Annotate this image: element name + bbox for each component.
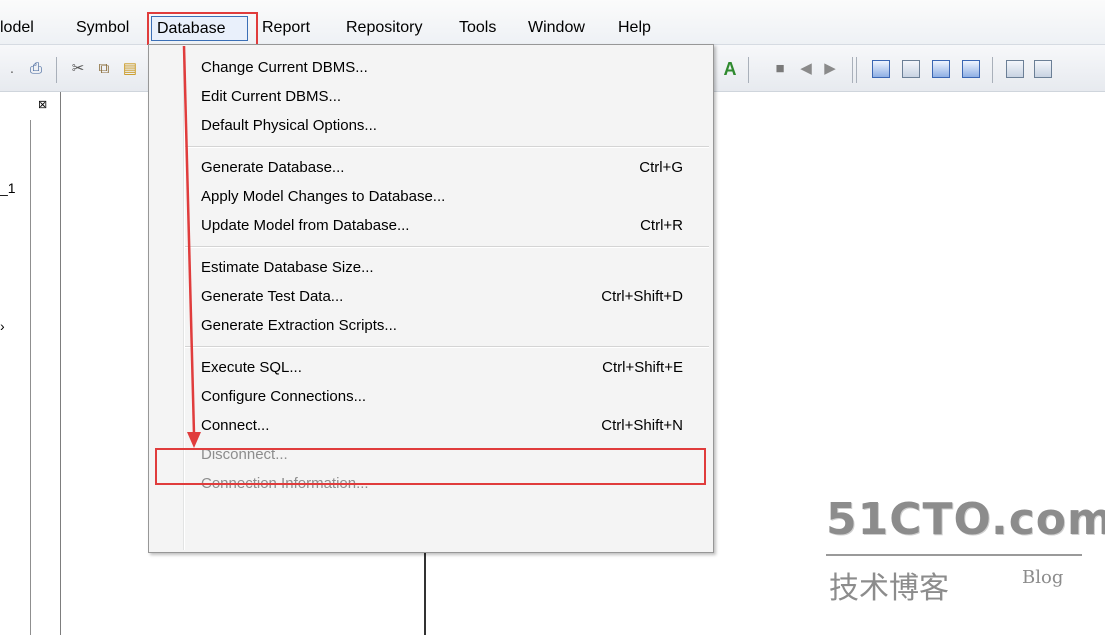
paste-icon[interactable]: ▤ [122, 61, 138, 77]
distribute-icon[interactable] [962, 60, 980, 78]
forward-icon[interactable]: ■ [772, 61, 788, 77]
menu-repository[interactable]: Repository [346, 18, 422, 38]
menu-separator [185, 246, 709, 248]
menu-shortcut-execute-sql: Ctrl+Shift+E [602, 359, 683, 376]
watermark-logo: 51CTO.com [826, 494, 1105, 545]
tree-item[interactable]: _1 [0, 180, 16, 196]
menu-separator [185, 346, 709, 348]
browser-tree [0, 120, 31, 635]
menu-symbol[interactable]: Symbol [76, 18, 129, 38]
layout-icon[interactable] [932, 60, 950, 78]
watermark-blog: Blog [1022, 567, 1064, 588]
print-icon[interactable]: ⎙ [28, 61, 44, 77]
menu-item-default-physical-options[interactable]: Default Physical Options... [201, 116, 377, 136]
align-icon[interactable] [872, 60, 890, 78]
menu-item-edit-current-dbms[interactable]: Edit Current DBMS... [201, 87, 341, 107]
connect-highlight-box [155, 448, 706, 485]
menu-item-update-model-from-database[interactable]: Update Model from Database... [201, 216, 409, 236]
toolbar-separator [852, 57, 853, 83]
menu-item-connect[interactable]: Connect... [201, 416, 269, 436]
menu-shortcut-update-model-from-database: Ctrl+R [640, 217, 683, 234]
toolbar-separator [856, 57, 857, 83]
browser-panel [0, 92, 62, 635]
toolbar-separator [748, 57, 749, 83]
copy-icon[interactable]: ⧉ [96, 61, 112, 77]
menu-shortcut-connect: Ctrl+Shift+N [601, 417, 683, 434]
toolbar-separator [56, 57, 57, 83]
menu-model[interactable]: lodel [0, 18, 34, 38]
cut-icon[interactable]: ✂ [70, 61, 86, 77]
menu-item-apply-model-changes-to-database[interactable]: Apply Model Changes to Database... [201, 187, 445, 207]
toolbar-dot-icon[interactable]: . [4, 61, 20, 77]
menu-item-change-current-dbms[interactable]: Change Current DBMS... [201, 58, 368, 78]
menu-item-generate-database[interactable]: Generate Database... [201, 158, 344, 178]
diagram-line [424, 540, 426, 635]
tree-item-marker: › [0, 318, 5, 334]
menu-item-execute-sql[interactable]: Execute SQL... [201, 358, 302, 378]
next-icon[interactable]: ▶ [822, 61, 838, 77]
panel-close-icon[interactable]: ⊠ [38, 98, 47, 111]
menu-item-generate-test-data[interactable]: Generate Test Data... [201, 287, 343, 307]
grid-icon[interactable] [902, 60, 920, 78]
watermark-subtitle: 技术博客 [829, 571, 949, 606]
menu-window[interactable]: Window [528, 18, 585, 38]
menu-shortcut-generate-database: Ctrl+G [639, 159, 683, 176]
menu-database[interactable]: Database [157, 19, 226, 39]
menu-item-configure-connections[interactable]: Configure Connections... [201, 387, 366, 407]
menu-item-estimate-database-size[interactable]: Estimate Database Size... [201, 258, 374, 278]
text-color-icon[interactable]: A [722, 60, 738, 78]
group-icon[interactable] [1006, 60, 1024, 78]
panel-divider [60, 92, 61, 635]
menu-report[interactable]: Report [262, 18, 310, 38]
watermark-underline [826, 554, 1082, 556]
menu-separator [185, 146, 709, 148]
menu-help[interactable]: Help [618, 18, 651, 38]
back-icon[interactable]: ◀ [798, 61, 814, 77]
menu-item-generate-extraction-scripts[interactable]: Generate Extraction Scripts... [201, 316, 397, 336]
menu-tools[interactable]: Tools [459, 18, 496, 38]
toolbar-separator [992, 57, 993, 83]
menu-shortcut-generate-test-data: Ctrl+Shift+D [601, 288, 683, 305]
ungroup-icon[interactable] [1034, 60, 1052, 78]
